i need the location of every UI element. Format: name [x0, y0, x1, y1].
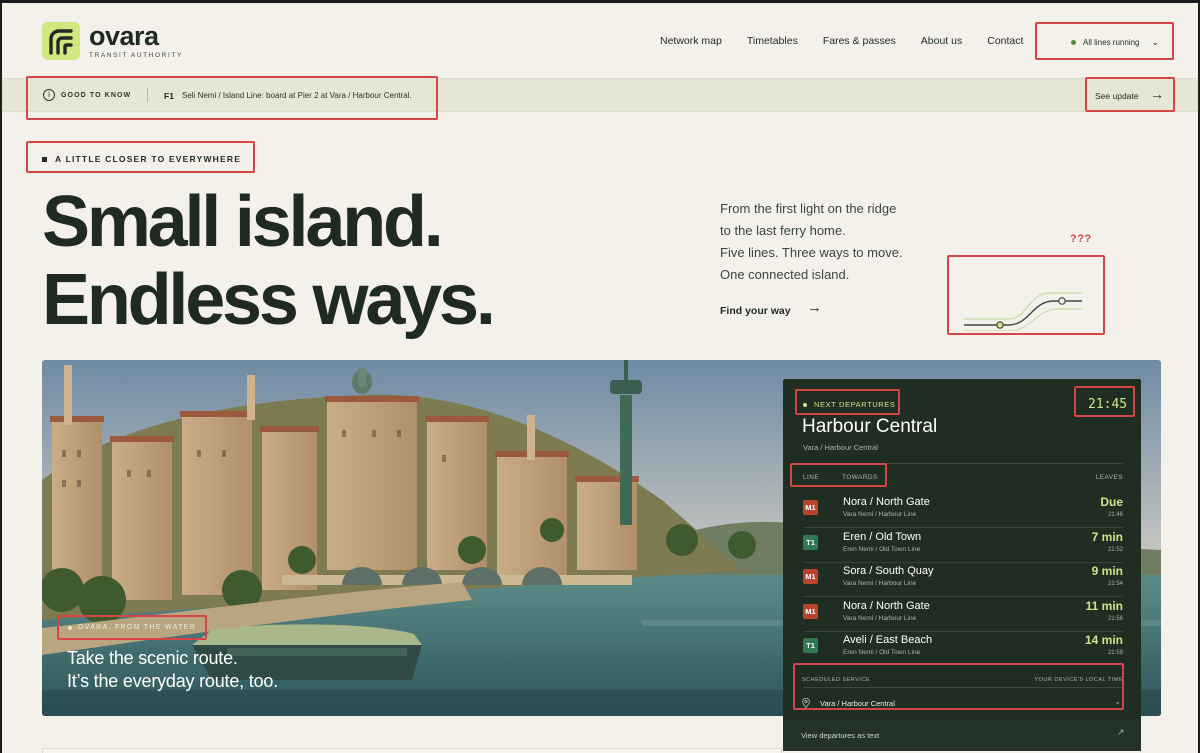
annotation-question: ??? [1070, 233, 1092, 245]
line-name: Vara Nemi / Harbour Line [843, 511, 917, 518]
col-line: LINE [803, 474, 820, 481]
destination: Nora / North Gate [843, 496, 930, 508]
intro-line: One connected island. [720, 267, 850, 282]
photo-caption-1: Take the scenic route. [67, 648, 238, 668]
scheduled-service-label: SCHEDULED SERVICE [802, 677, 870, 683]
arrow-right-icon[interactable]: → [1150, 86, 1164, 102]
line-badge: T1 [803, 535, 818, 550]
destination: Eren / Old Town [843, 531, 922, 543]
departure-row[interactable]: M1 Nora / North Gate Vara Nemi / Harbour… [803, 494, 1123, 528]
square-icon [42, 156, 47, 162]
eta: 9 min [1091, 564, 1123, 578]
line-name: Vara Nemi / Harbour Line [843, 615, 917, 622]
brand-tagline: TRANSIT AUTHORITY [89, 52, 183, 59]
eta: 7 min [1091, 530, 1123, 544]
departure-time: 21:59 [1107, 650, 1123, 656]
destination: Nora / North Gate [843, 600, 930, 612]
logo-mark-icon [42, 22, 80, 60]
photo-tag: OVARA, FROM THE WATER [68, 624, 196, 631]
station-subtitle: Vara / Harbour Central [803, 443, 878, 452]
departure-row[interactable]: M1 Sora / South Quay Vara Nemi / Harbour… [803, 563, 1123, 597]
eta: 11 min [1085, 599, 1123, 613]
divider [803, 687, 1123, 688]
info-icon: i [43, 89, 55, 101]
col-leaves: LEAVES [1095, 474, 1123, 481]
departures-eyebrow-text: NEXT DEPARTURES [814, 400, 896, 409]
departure-row[interactable]: M1 Nora / North Gate Vara Nemi / Harbour… [803, 598, 1123, 632]
chevron-down-icon: ⌄ [1151, 36, 1160, 47]
service-status-dropdown[interactable]: All lines running ⌄ [1037, 24, 1173, 60]
logo[interactable]: ovara TRANSIT AUTHORITY [42, 22, 183, 60]
see-update-link[interactable]: See update [1095, 91, 1138, 101]
destination: Sora / South Quay [843, 565, 934, 577]
next-section-card [42, 748, 782, 753]
local-time-label: YOUR DEVICE'S LOCAL TIME [1034, 677, 1123, 683]
line-badge: T1 [803, 638, 818, 653]
main-nav: Network map Timetables Fares & passes Ab… [660, 35, 1048, 47]
departures-panel: NEXT DEPARTURES 21:45 Harbour Central Va… [783, 379, 1141, 751]
line-name: Eren Nemi / Old Town Line [843, 649, 921, 656]
col-towards: TOWARDS [842, 474, 878, 481]
departures-eyebrow: NEXT DEPARTURES [803, 400, 896, 409]
destination: Aveli / East Beach [843, 634, 933, 646]
find-your-way-link[interactable]: Find your way [720, 305, 791, 317]
nav-contact[interactable]: Contact [987, 35, 1023, 47]
departure-row[interactable]: T1 Eren / Old Town Eren Nemi / Old Town … [803, 529, 1123, 563]
row-divider [803, 596, 1123, 597]
page: ovara TRANSIT AUTHORITY Network map Time… [2, 3, 1198, 753]
eta: Due [1100, 495, 1123, 509]
hero-eyebrow-text: A LITTLE CLOSER TO EVERYWHERE [55, 154, 242, 164]
notice-line-code: F1 [164, 91, 174, 101]
chevron-down-icon: ⌄ [1114, 697, 1121, 706]
nav-network-map[interactable]: Network map [660, 35, 722, 47]
eta: 14 min [1084, 633, 1123, 647]
nav-fares[interactable]: Fares & passes [823, 35, 896, 47]
photo-tag-text: OVARA, FROM THE WATER [78, 624, 197, 631]
arrow-right-icon[interactable]: → [807, 299, 822, 316]
hero-headline: Small island. Endless ways. [42, 182, 496, 340]
live-dot-icon [803, 402, 807, 407]
dot-icon [68, 625, 72, 630]
headline-line-1: Small island. [42, 182, 444, 262]
intro-line: to the last ferry home. [720, 223, 846, 238]
notice-divider [147, 88, 148, 102]
line-name: Eren Nemi / Old Town Line [843, 546, 921, 553]
nav-about[interactable]: About us [921, 35, 962, 47]
line-badge: M1 [803, 569, 818, 584]
stop-select[interactable]: Vara / Harbour Central ⌄ [802, 695, 1123, 711]
station-name: Harbour Central [802, 416, 938, 437]
line-name: Vara Nemi / Harbour Line [843, 580, 917, 587]
notice-label: GOOD TO KNOW [61, 92, 132, 99]
departure-time: 21:56 [1107, 616, 1123, 622]
hero-intro: From the first light on the ridge to the… [720, 198, 903, 286]
brand-name: ovara [89, 21, 159, 51]
service-status-label: All lines running [1083, 37, 1140, 47]
nav-timetables[interactable]: Timetables [747, 35, 798, 47]
headline-line-2: Endless ways. [42, 260, 496, 340]
departure-time: 21:52 [1107, 547, 1123, 553]
external-arrow-icon[interactable]: ↗ [1117, 727, 1125, 738]
intro-line: From the first light on the ridge [720, 201, 897, 216]
status-dot-icon [1071, 39, 1076, 45]
departure-time: 21:54 [1107, 581, 1123, 587]
intro-line: Five lines. Three ways to move. [720, 245, 903, 260]
photo-caption-2: It’s the everyday route, too. [67, 671, 278, 691]
line-badge: M1 [803, 500, 818, 515]
departure-row[interactable]: T1 Aveli / East Beach Eren Nemi / Old To… [803, 632, 1123, 666]
hero-eyebrow: A LITTLE CLOSER TO EVERYWHERE [42, 154, 241, 164]
view-as-text-link[interactable]: View departures as text [801, 731, 879, 740]
route-line-illustration-icon [958, 271, 1088, 336]
line-badge: M1 [803, 604, 818, 619]
divider [803, 463, 1123, 464]
departure-time: 21:46 [1107, 512, 1123, 518]
stop-select-value: Vara / Harbour Central [820, 698, 895, 708]
row-divider [803, 527, 1123, 528]
board-clock: 21:45 [1088, 397, 1128, 412]
notice-text: Seli Nemi / Island Line: board at Pier 2… [182, 91, 412, 100]
location-pin-icon [802, 698, 810, 708]
